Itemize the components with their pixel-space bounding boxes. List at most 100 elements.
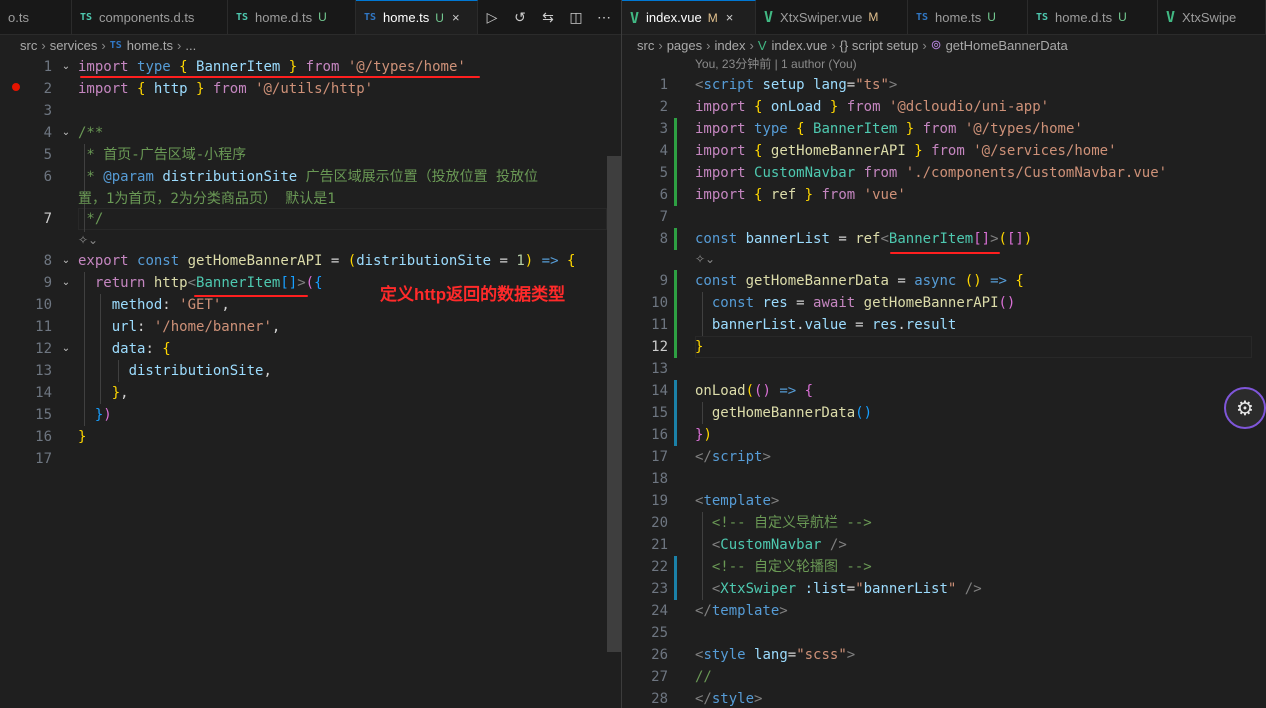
code-line: </style> [695, 691, 763, 707]
tab-home-d-ts[interactable]: TS home.d.ts U [228, 0, 356, 34]
red-underline-annotation [194, 295, 308, 297]
line-number: 7 [43, 211, 52, 227]
breadcrumb-item[interactable]: src [637, 38, 654, 53]
code-line: import { onLoad } from '@dcloudio/uni-ap… [695, 99, 1050, 115]
tab-components-d-ts[interactable]: TS components.d.ts [72, 0, 228, 34]
line-number: 9 [659, 273, 668, 289]
code-line: <CustomNavbar /> [711, 537, 847, 553]
code-editor[interactable]: You, 23分钟前 | 1 author (You) 1 2 3 4 5 6 … [622, 56, 1266, 708]
tab-home-ts[interactable]: TS home.ts U [908, 0, 1028, 34]
code-line: /** [78, 125, 104, 141]
line-number: 13 [35, 363, 52, 379]
breadcrumb-item[interactable]: pages [667, 38, 702, 53]
tab-home-d-ts[interactable]: TS home.d.ts U [1028, 0, 1158, 34]
git-blame-codelens[interactable]: You, 23分钟前 | 1 author (You) [695, 56, 857, 72]
tab-o-ts[interactable]: o.ts [0, 0, 72, 34]
line-number: 8 [43, 253, 52, 269]
code-line: getHomeBannerData() [711, 405, 873, 421]
fold-chevron-icon[interactable]: ⌄ [60, 122, 72, 144]
fold-chevron-icon[interactable]: ⌄ [60, 272, 72, 294]
more-icon[interactable]: ⋯ [595, 9, 613, 26]
untracked-badge: U [987, 10, 996, 24]
code-line: }) [94, 407, 112, 423]
line-number: 10 [651, 295, 668, 311]
breadcrumb-file[interactable]: home.ts [127, 38, 173, 53]
code-line: </template> [695, 603, 788, 619]
code-line: distributionSite, [128, 363, 272, 379]
tab-label: XtxSwipe [1182, 9, 1237, 25]
git-modified-indicator[interactable] [674, 380, 677, 446]
line-number: 24 [651, 603, 668, 619]
breadcrumb-file[interactable]: index.vue [772, 38, 828, 53]
code-line: } [695, 339, 704, 355]
breadcrumb: src › pages › index › V index.vue › {} scrip… [622, 34, 1266, 56]
line-number: 2 [659, 99, 668, 115]
tab-xtxswiper-vue[interactable]: V XtxSwiper.vue M [756, 0, 908, 34]
line-number: 6 [659, 187, 668, 203]
code-line: import { http } from '@/utils/http' [78, 81, 374, 97]
ai-sparkle-icon[interactable]: ✧⌄ [78, 231, 98, 249]
tab-label: home.ts [383, 10, 430, 25]
history-icon[interactable]: ↺ [511, 9, 529, 26]
code-line: return http<BannerItem[]>({ [94, 275, 323, 291]
code-line: const getHomeBannerData = async () => { [695, 273, 1024, 289]
compare-icon[interactable]: ⇆ [539, 9, 557, 26]
line-number: 4 [43, 125, 52, 141]
tab-index-vue[interactable]: V index.vue M × [622, 0, 756, 34]
code-line: import type { BannerItem } from '@/types… [695, 121, 1083, 137]
breadcrumb-symbol[interactable]: getHomeBannerData [946, 38, 1068, 53]
code-line: 置，1为首页，2为分类商品页） 默认是1 [78, 191, 336, 207]
vue-file-icon: V [757, 37, 767, 53]
line-number: 9 [43, 275, 52, 291]
left-editor-pane: o.ts TS components.d.ts TS home.d.ts U T… [0, 0, 621, 708]
breadcrumb-item[interactable]: ... [185, 38, 196, 53]
breadcrumb-item[interactable]: src [20, 38, 37, 53]
git-added-indicator[interactable] [674, 228, 677, 250]
split-editor-icon[interactable]: ◫ [567, 9, 585, 26]
code-line: url: '/home/banner', [111, 319, 281, 335]
red-annotation-text: 定义http返回的数据类型 [380, 285, 566, 304]
close-icon[interactable]: × [452, 10, 460, 25]
fold-chevron-icon[interactable]: ⌄ [60, 250, 72, 272]
tab-label: XtxSwiper.vue [780, 9, 863, 25]
line-number: 6 [43, 169, 52, 185]
fold-chevron-icon[interactable]: ⌄ [60, 338, 72, 360]
code-line: <style lang="scss"> [695, 647, 856, 663]
chevron-right-icon: › [706, 37, 711, 53]
vue-file-icon: V [1166, 8, 1176, 26]
breadcrumb: src › services › TS home.ts › ... [0, 34, 621, 56]
fold-chevron-icon[interactable]: ⌄ [60, 56, 72, 78]
code-line: * @param distributionSite 广告区域展示位置（投放位置 … [78, 169, 539, 185]
breadcrumb-item[interactable]: index [714, 38, 745, 53]
breadcrumb-item[interactable]: services [50, 38, 98, 53]
tab-xtxswipe[interactable]: V XtxSwipe [1158, 0, 1266, 34]
right-tab-bar: V index.vue M × V XtxSwiper.vue M TS hom… [622, 0, 1266, 35]
chevron-right-icon: › [41, 37, 46, 53]
chevron-right-icon: › [658, 37, 663, 53]
line-number: 20 [651, 515, 668, 531]
git-modified-indicator[interactable] [674, 556, 677, 600]
method-symbol-icon: ⊚ [930, 37, 942, 52]
breadcrumb-scope[interactable]: {} script setup [840, 38, 919, 53]
run-icon[interactable]: ▷ [483, 9, 501, 26]
line-number: 16 [35, 429, 52, 445]
line-number: 3 [43, 103, 52, 119]
scrollbar-thumb[interactable] [607, 156, 621, 652]
line-number: 15 [651, 405, 668, 421]
copilot-icon[interactable]: ⚙ [1224, 387, 1266, 429]
tab-home-ts[interactable]: TS home.ts U × [356, 0, 478, 34]
code-line: import CustomNavbar from './components/C… [695, 165, 1168, 181]
code-editor[interactable]: 1 2 3 4 5 6 7 8 9 10 11 12 13 14 15 16 1… [0, 56, 621, 708]
ai-sparkle-icon[interactable]: ✧⌄ [695, 250, 715, 268]
code-line: <script setup lang="ts"> [695, 77, 898, 93]
git-added-indicator[interactable] [674, 270, 677, 358]
git-added-indicator[interactable] [674, 118, 677, 206]
code-line: method: 'GET', [111, 297, 230, 313]
tab-label: home.d.ts [1055, 9, 1113, 25]
close-icon[interactable]: × [726, 10, 734, 25]
vertical-scrollbar[interactable] [607, 56, 621, 708]
tab-label: o.ts [8, 9, 29, 25]
line-number: 11 [651, 317, 668, 333]
line-number: 26 [651, 647, 668, 663]
code-line: const res = await getHomeBannerAPI() [711, 295, 1016, 311]
